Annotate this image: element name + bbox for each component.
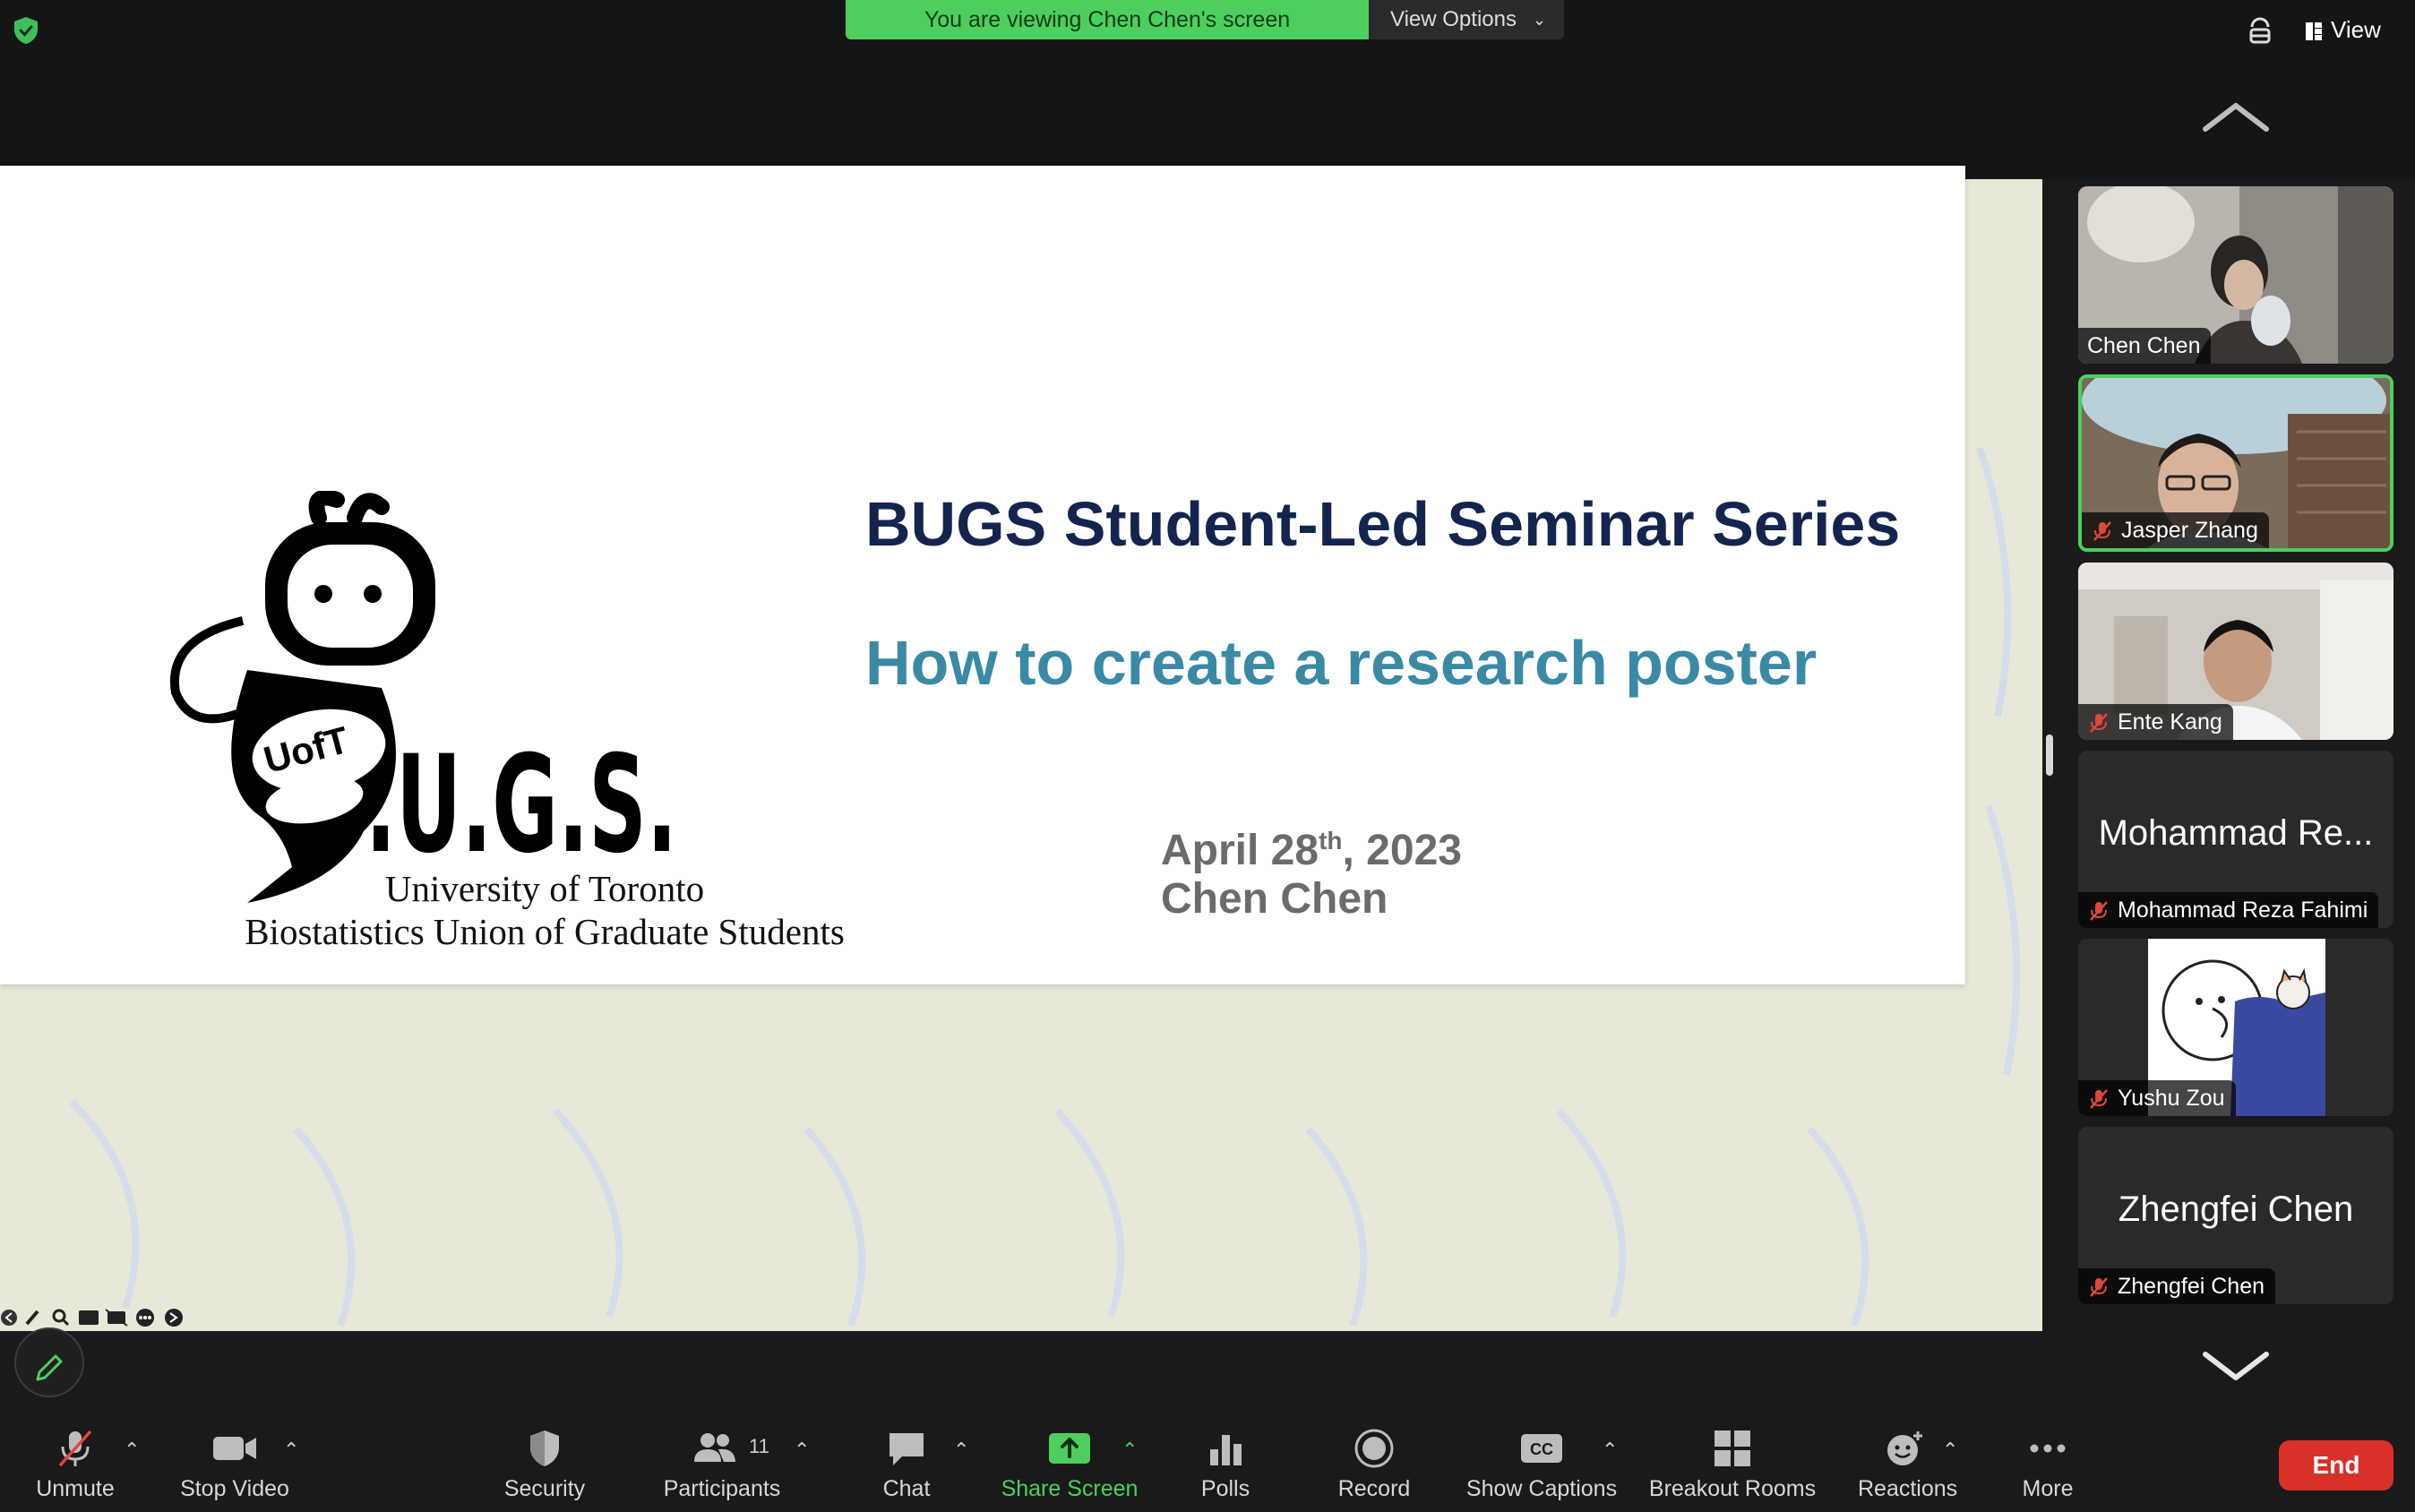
meeting-toolbar: Unmute ⌃ Stop Video ⌃ Security 11 Partic…	[0, 1419, 2415, 1512]
participants-button[interactable]: 11 Participants	[654, 1419, 790, 1512]
stop-video-label: Stop Video	[180, 1476, 289, 1501]
muted-mic-icon	[2093, 521, 2111, 542]
polls-label: Polls	[1200, 1476, 1250, 1501]
viewing-screen-banner: You are viewing Chen Chen's screen	[846, 0, 1369, 39]
more-label: More	[2022, 1476, 2074, 1501]
video-camera-icon	[213, 1437, 256, 1460]
slide-subtitle: How to create a research poster	[865, 628, 1818, 698]
participant-tile[interactable]: Ente Kang	[2078, 563, 2394, 740]
breakout-rooms-label: Breakout Rooms	[1648, 1476, 1817, 1501]
muted-mic-icon	[2090, 1089, 2108, 1110]
muted-mic-icon	[2090, 901, 2108, 922]
date-main: April 28	[1161, 827, 1319, 874]
share-screen-icon	[1049, 1433, 1090, 1464]
encryption-shield-icon[interactable]	[13, 16, 39, 45]
date-suffix: th	[1319, 827, 1343, 855]
caret-up-icon: ⌃	[1942, 1439, 1959, 1461]
participants-icon	[694, 1433, 736, 1462]
share-options-caret[interactable]: ⌃	[1122, 1419, 1143, 1512]
unmute-button[interactable]: Unmute	[18, 1419, 133, 1512]
participant-tile[interactable]: Mohammad Re... Mohammad Reza Fahimi	[2078, 751, 2394, 928]
participant-tile[interactable]: Zhengfei Chen Zhengfei Chen	[2078, 1127, 2394, 1304]
participant-name-label: Mohammad Reza Fahimi	[2078, 892, 2379, 928]
bugs-bee-logo: UofT .U.G.S.	[169, 491, 677, 903]
participant-display-name: Mohammad Re...	[2098, 813, 2374, 853]
record-label: Record	[1337, 1476, 1411, 1501]
svg-text:CC: CC	[1530, 1440, 1553, 1458]
participant-tile[interactable]: Chen Chen	[2078, 186, 2394, 364]
more-button[interactable]: More	[2003, 1419, 2093, 1512]
security-label: Security	[503, 1476, 586, 1501]
participant-tile[interactable]: Yushu Zou	[2078, 939, 2394, 1116]
participant-name-label: Jasper Zhang	[2082, 512, 2269, 548]
chat-label: Chat	[882, 1476, 931, 1501]
bar-chart-icon	[1210, 1435, 1242, 1465]
end-meeting-button[interactable]: End	[2279, 1440, 2394, 1491]
participants-label: Participants	[663, 1476, 781, 1501]
sync-icon[interactable]	[2245, 14, 2275, 45]
slide-control-toolbar[interactable]	[0, 1306, 188, 1329]
caret-up-icon: ⌃	[794, 1439, 811, 1461]
reactions-options-caret[interactable]: ⌃	[1942, 1419, 1964, 1512]
audio-options-caret[interactable]: ⌃	[124, 1419, 145, 1512]
view-layout-button[interactable]: View	[2306, 13, 2381, 47]
chat-options-caret[interactable]: ⌃	[953, 1419, 975, 1512]
university-name-line1: University of Toronto	[384, 868, 705, 909]
slide-date: April 28th, 2023	[1161, 826, 1462, 875]
caret-up-icon: ⌃	[124, 1439, 141, 1461]
breakout-rooms-icon	[1715, 1430, 1750, 1466]
reactions-icon	[1887, 1431, 1922, 1465]
reactions-button[interactable]: Reactions	[1858, 1419, 1958, 1512]
participant-name-label: Yushu Zou	[2078, 1080, 2236, 1116]
slide-presenter: Chen Chen	[1161, 875, 1388, 923]
annotate-button[interactable]	[14, 1327, 84, 1397]
slide-title: BUGS Student-Led Seminar Series	[865, 489, 1901, 559]
scroll-down-arrow-icon[interactable]	[2202, 1349, 2270, 1385]
participant-name-label: Zhengfei Chen	[2078, 1268, 2276, 1304]
unmute-label: Unmute	[36, 1476, 115, 1501]
chevron-down-icon: ⌄	[1532, 11, 1546, 29]
participants-options-caret[interactable]: ⌃	[794, 1419, 815, 1512]
captions-options-caret[interactable]: ⌃	[1602, 1419, 1623, 1512]
splitter-handle[interactable]	[2046, 735, 2053, 776]
university-name-line2: Biostatistics Union of Graduate Students	[245, 911, 845, 952]
closed-captions-icon: CC	[1521, 1434, 1562, 1463]
muted-mic-icon	[2090, 1277, 2108, 1298]
view-options-label: View Options	[1390, 7, 1517, 31]
caret-up-icon: ⌃	[1122, 1439, 1139, 1461]
record-button[interactable]: Record	[1329, 1419, 1419, 1512]
participant-name-label: Ente Kang	[2078, 704, 2233, 740]
participant-tile-active-speaker[interactable]: Jasper Zhang	[2078, 374, 2394, 552]
scroll-up-arrow-icon[interactable]	[2202, 99, 2270, 134]
shield-icon	[530, 1430, 559, 1466]
date-year: , 2023	[1342, 827, 1462, 874]
stop-video-button[interactable]: Stop Video	[170, 1419, 299, 1512]
polls-button[interactable]: Polls	[1181, 1419, 1270, 1512]
caret-up-icon: ⌃	[1602, 1439, 1619, 1461]
participant-display-name: Zhengfei Chen	[2118, 1190, 2354, 1229]
video-options-caret[interactable]: ⌃	[283, 1419, 305, 1512]
pencil-icon	[36, 1354, 63, 1381]
chat-button[interactable]: Chat	[862, 1419, 951, 1512]
view-label: View	[2331, 16, 2381, 43]
show-captions-label: Show Captions	[1465, 1476, 1618, 1501]
chat-bubble-icon	[890, 1433, 924, 1465]
security-button[interactable]: Security	[491, 1419, 598, 1512]
caret-up-icon: ⌃	[283, 1439, 300, 1461]
show-captions-button[interactable]: CC Show Captions	[1462, 1419, 1621, 1512]
muted-mic-icon	[58, 1430, 92, 1467]
muted-mic-icon	[2090, 713, 2108, 734]
breakout-rooms-button[interactable]: Breakout Rooms	[1645, 1419, 1820, 1512]
more-dots-icon	[2030, 1444, 2066, 1453]
reactions-label: Reactions	[1858, 1476, 1958, 1501]
view-options-dropdown[interactable]: View Options ⌄	[1369, 0, 1564, 39]
grid-icon	[2306, 22, 2322, 41]
record-icon	[1354, 1429, 1394, 1468]
caret-up-icon: ⌃	[953, 1439, 970, 1461]
participants-count: 11	[749, 1435, 769, 1457]
participant-name-label: Chen Chen	[2078, 328, 2212, 364]
logo-text: .U.G.S.	[365, 727, 677, 883]
